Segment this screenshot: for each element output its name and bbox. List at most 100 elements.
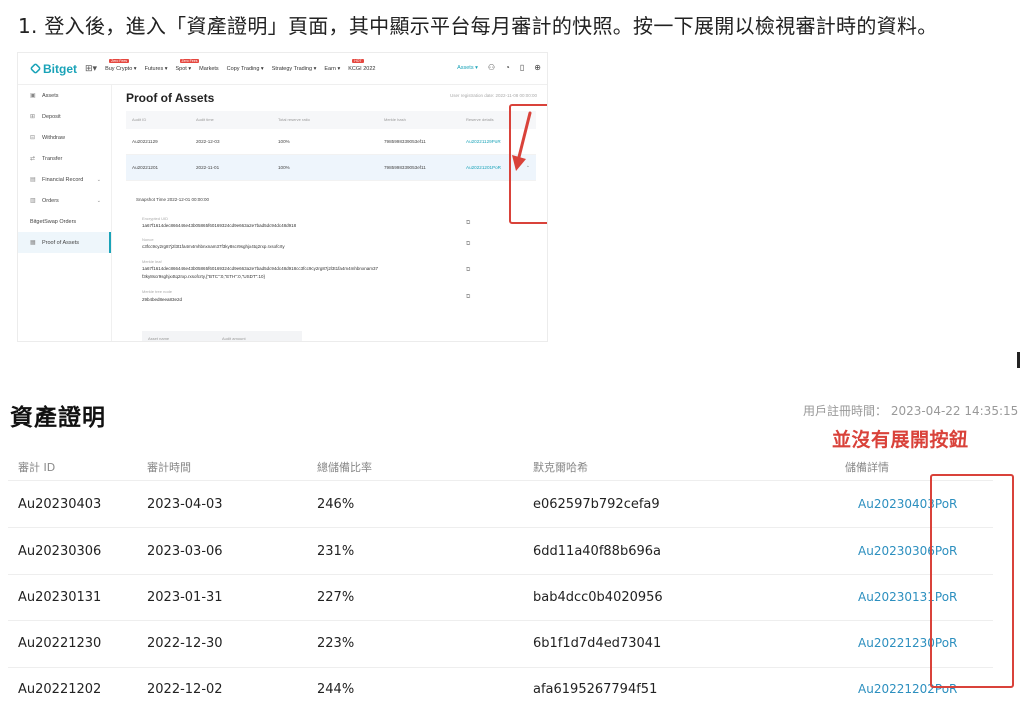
- merkle-hash: bab4dcc0b4020956: [533, 590, 663, 605]
- nav-right: Assets ▾ ⚇ ◔ ▯ ⊕: [457, 64, 541, 72]
- merkle-hash: 7985998339053ef11: [384, 165, 426, 170]
- sidebar-item-proof-of-assets[interactable]: ▦ Proof of Assets: [18, 232, 111, 253]
- nav-item-strategy-trading[interactable]: Strategy Trading ▾: [272, 66, 317, 72]
- column-header: Total reserve ratio: [278, 117, 310, 122]
- copy-icon[interactable]: ⧉: [466, 294, 470, 301]
- nonce-value: c3fcc9cy2rg87j2l3t1fa4m4mhbnxnam37f3ky8s…: [142, 244, 285, 249]
- audit-id: Au20230306: [18, 544, 102, 559]
- bitget-logo[interactable]: Bitget: [29, 62, 77, 76]
- reserve-ratio: 244%: [317, 682, 355, 697]
- deposit-icon: ⊞: [30, 114, 36, 120]
- audit-time: 2022-11-01: [196, 165, 220, 170]
- scrollbar-thumb[interactable]: [1017, 352, 1020, 368]
- table-row[interactable]: Au20221129 2022-12-03 100% 7985998339053…: [126, 129, 536, 155]
- reserve-ratio: 100%: [278, 165, 290, 170]
- sidebar-item-label: BitgetSwap Orders: [30, 218, 77, 225]
- field-label: Nonce: [142, 237, 154, 242]
- row-divider: [8, 480, 993, 481]
- nav-item-spot[interactable]: Zero Fees Spot ▾: [175, 58, 200, 72]
- sidebar-item-transfer[interactable]: ⇄ Transfer: [18, 148, 111, 169]
- arrow-icon: [512, 111, 532, 171]
- audit-id: Au20221230: [18, 636, 102, 651]
- reserve-detail-link[interactable]: Au20221201PoR: [466, 155, 501, 181]
- field-label: Encrypted UID: [142, 216, 169, 221]
- sidebar-item-bitgetswap-orders[interactable]: BitgetSwap Orders: [18, 211, 111, 232]
- sidebar-item-orders[interactable]: ▥ Orders ⌄: [18, 190, 111, 211]
- sidebar-item-label: Financial Record: [42, 176, 84, 183]
- asset-table-header: Asset name Audit amount: [142, 331, 302, 341]
- assets-menu[interactable]: Assets ▾: [457, 65, 478, 71]
- registration-time: 用戶註冊時間： 2023-04-22 14:35:15: [803, 404, 1019, 418]
- download-icon[interactable]: ▯: [520, 64, 524, 72]
- copy-icon[interactable]: ⧉: [466, 267, 470, 274]
- nav-item-earn[interactable]: Earn ▾: [324, 66, 340, 72]
- apps-grid-icon[interactable]: ⊞▾: [85, 63, 97, 74]
- snapshot-time: Snapshot Time 2022-12-01 00:00:00: [136, 197, 210, 202]
- nav-label: Markets: [199, 65, 219, 72]
- column-header: Reserve details: [466, 117, 494, 122]
- sidebar-item-label: Transfer: [42, 155, 63, 162]
- registration-date: User registration date: 2022-11-08 00:00…: [450, 93, 537, 98]
- reserve-ratio: 223%: [317, 636, 355, 651]
- audit-id: Au20221201: [132, 165, 159, 170]
- proof-icon: ▦: [30, 240, 36, 246]
- nav-item-futures[interactable]: Futures ▾: [145, 66, 168, 72]
- globe-icon[interactable]: ⊕: [534, 64, 541, 72]
- reserve-ratio: 100%: [278, 139, 290, 144]
- nav-item-copy-trading[interactable]: Copy Trading ▾: [227, 66, 264, 72]
- sidebar-item-deposit[interactable]: ⊞ Deposit: [18, 106, 111, 127]
- encrypted-uid-value: 1a67f1614dec866446e43b05865f60169324cd9e…: [142, 223, 297, 228]
- row-divider: [8, 667, 993, 668]
- reserve-ratio: 227%: [317, 590, 355, 605]
- nav-item-markets[interactable]: Markets: [199, 66, 219, 72]
- nav-item-kcgi[interactable]: HOT KCGI 2022: [348, 58, 376, 72]
- table-header: Audit ID Audit time Total reserve ratio …: [126, 111, 536, 129]
- reserve-ratio: 246%: [317, 497, 355, 512]
- sidebar-item-financial-record[interactable]: ▤ Financial Record ⌄: [18, 169, 111, 190]
- expanded-audit-detail: Snapshot Time 2022-12-01 00:00:00 Encryp…: [136, 197, 536, 341]
- audit-time: 2023-04-03: [147, 497, 223, 512]
- sidebar-item-label: Assets: [42, 92, 59, 99]
- audit-time: 2023-03-06: [147, 544, 223, 559]
- highlight-box: [930, 474, 1014, 688]
- wallet-icon: ▣: [30, 93, 36, 99]
- column-header-detail: 儲備詳情: [845, 461, 889, 474]
- column-header: Asset name: [148, 336, 170, 341]
- sidebar-item-assets[interactable]: ▣ Assets: [18, 85, 111, 106]
- nav-badge: Zero Fees: [109, 58, 130, 63]
- nav-label: Strategy Trading ▾: [271, 65, 317, 72]
- nav-badge: Zero Fees: [179, 58, 200, 63]
- copy-icon[interactable]: ⧉: [466, 241, 470, 248]
- nav-label: Spot ▾: [175, 65, 192, 72]
- audit-time: 2022-12-30: [147, 636, 223, 651]
- transfer-icon: ⇄: [30, 156, 36, 162]
- reserve-detail-link[interactable]: Au20221129PoR: [466, 129, 501, 155]
- merkle-hash: 6b1f1d7d4ed73041: [533, 636, 662, 651]
- nav-label: KCGI 2022: [348, 65, 376, 72]
- bell-icon[interactable]: ◔: [505, 64, 510, 72]
- withdraw-icon: ⊟: [30, 135, 36, 141]
- top-nav: Bitget ⊞▾ Zero Fees Buy Crypto ▾ Futures …: [18, 53, 547, 85]
- annotation-text: 並沒有展開按鈕: [832, 429, 969, 451]
- column-header-audit-id: 審計 ID: [18, 461, 56, 474]
- column-header-audit-time: 審計時間: [147, 461, 191, 474]
- merkle-node-value: 29b4bed8eea83e2d: [142, 297, 183, 302]
- column-header: Audit amount: [222, 336, 246, 341]
- nav-label: Futures ▾: [144, 65, 168, 72]
- audit-id: Au20230403: [18, 497, 102, 512]
- nav-label: Buy Crypto ▾: [105, 65, 137, 72]
- instruction-text: 1. 登入後，進入「資產證明」頁面，其中顯示平台每月審計的快照。按一下展開以檢視…: [18, 14, 938, 38]
- bitget-logo-icon: [29, 62, 42, 75]
- nav-item-buy-crypto[interactable]: Zero Fees Buy Crypto ▾: [105, 58, 137, 72]
- chevron-down-icon: ⌄: [96, 197, 101, 204]
- copy-icon[interactable]: ⧉: [466, 220, 470, 227]
- page-title-zh: 資產證明: [10, 405, 106, 431]
- user-icon[interactable]: ⚇: [488, 64, 495, 72]
- audit-time: 2022-12-02: [147, 682, 223, 697]
- table-row[interactable]: Au20221201 2022-11-01 100% 7985998339053…: [126, 155, 536, 181]
- sidebar-item-withdraw[interactable]: ⊟ Withdraw: [18, 127, 111, 148]
- chevron-down-icon: ⌄: [96, 176, 101, 183]
- sidebar-item-label: Withdraw: [42, 134, 65, 141]
- sidebar: ▣ Assets ⊞ Deposit ⊟ Withdraw ⇄ Transfer ▤ Fi…: [18, 85, 112, 341]
- column-header-hash: 默克爾哈希: [533, 461, 588, 474]
